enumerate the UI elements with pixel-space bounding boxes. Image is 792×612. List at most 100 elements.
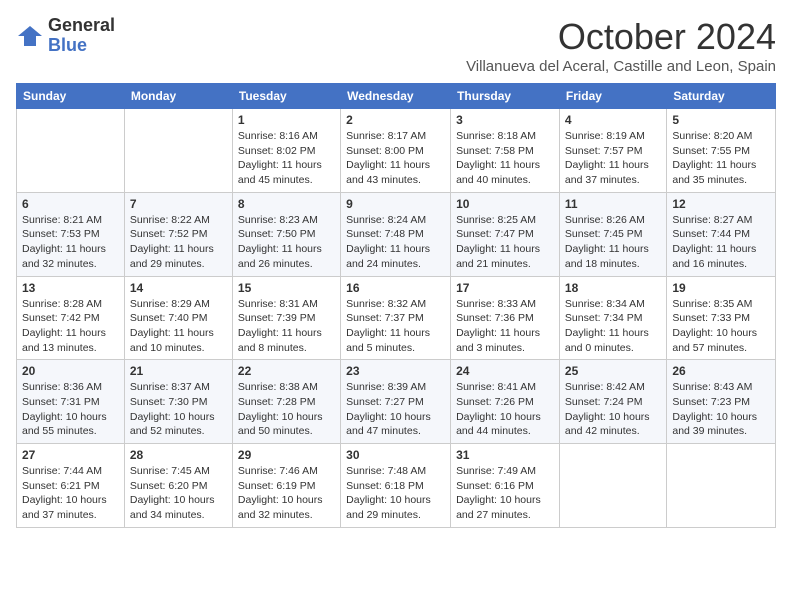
calendar-cell: 23Sunrise: 8:39 AMSunset: 7:27 PMDayligh… [341, 360, 451, 444]
day-number: 27 [22, 448, 119, 462]
logo-general: General [48, 16, 115, 36]
calendar-body: 1 Sunrise: 8:16 AMSunset: 8:02 PMDaylight… [17, 109, 776, 528]
calendar-cell: 31Sunrise: 7:49 AMSunset: 6:16 PMDayligh… [451, 444, 560, 528]
day-number: 19 [672, 281, 770, 295]
calendar-cell: 18Sunrise: 8:34 AMSunset: 7:34 PMDayligh… [559, 276, 666, 360]
calendar-week-row: 20Sunrise: 8:36 AMSunset: 7:31 PMDayligh… [17, 360, 776, 444]
weekday-header: Saturday [667, 84, 776, 109]
logo-icon [16, 22, 44, 50]
calendar-cell: 17 Sunrise: 8:33 AMSunset: 7:36 PMDayligh… [451, 276, 560, 360]
title-area: October 2024 Villanueva del Aceral, Cast… [466, 16, 776, 75]
day-number: 18 [565, 281, 661, 295]
day-number: 11 [565, 197, 661, 211]
logo: General Blue [16, 16, 115, 56]
day-number: 7 [130, 197, 227, 211]
day-info: Sunrise: 8:33 AMSunset: 7:36 PMDaylight:… [456, 297, 554, 356]
calendar-cell: 2 Sunrise: 8:17 AMSunset: 8:00 PMDaylight… [341, 109, 451, 193]
calendar-cell: 3Sunrise: 8:18 AMSunset: 7:58 PMDaylight… [451, 109, 560, 193]
calendar-cell: 5 Sunrise: 8:20 AMSunset: 7:55 PMDaylight… [667, 109, 776, 193]
day-info: Sunrise: 8:39 AMSunset: 7:27 PMDaylight:… [346, 380, 445, 439]
day-number: 26 [672, 364, 770, 378]
day-info: Sunrise: 8:29 AMSunset: 7:40 PMDaylight:… [130, 297, 227, 356]
day-info: Sunrise: 8:24 AMSunset: 7:48 PMDaylight:… [346, 213, 445, 272]
calendar-cell [17, 109, 125, 193]
calendar-cell [667, 444, 776, 528]
calendar-cell: 25Sunrise: 8:42 AMSunset: 7:24 PMDayligh… [559, 360, 666, 444]
day-number: 29 [238, 448, 335, 462]
calendar-cell: 29 Sunrise: 7:46 AMSunset: 6:19 PMDayligh… [232, 444, 340, 528]
day-number: 20 [22, 364, 119, 378]
day-info: Sunrise: 8:20 AMSunset: 7:55 PMDaylight:… [672, 129, 770, 188]
calendar-cell: 12 Sunrise: 8:27 AMSunset: 7:44 PMDayligh… [667, 192, 776, 276]
day-number: 10 [456, 197, 554, 211]
page-header: General Blue October 2024 Villanueva del… [16, 16, 776, 75]
month-title: October 2024 [466, 16, 776, 58]
calendar-cell: 22 Sunrise: 8:38 AMSunset: 7:28 PMDayligh… [232, 360, 340, 444]
weekday-header: Monday [124, 84, 232, 109]
day-info: Sunrise: 8:31 AMSunset: 7:39 PMDaylight:… [238, 297, 335, 356]
day-info: Sunrise: 8:17 AMSunset: 8:00 PMDaylight:… [346, 129, 445, 188]
day-info: Sunrise: 7:46 AMSunset: 6:19 PMDaylight:… [238, 464, 335, 523]
day-number: 21 [130, 364, 227, 378]
calendar-cell: 21 Sunrise: 8:37 AMSunset: 7:30 PMDayligh… [124, 360, 232, 444]
calendar-header-row: SundayMondayTuesdayWednesdayThursdayFrid… [17, 84, 776, 109]
day-number: 2 [346, 113, 445, 127]
day-number: 15 [238, 281, 335, 295]
logo-blue: Blue [48, 36, 115, 56]
weekday-header: Thursday [451, 84, 560, 109]
day-number: 14 [130, 281, 227, 295]
calendar-cell: 27 Sunrise: 7:44 AMSunset: 6:21 PMDayligh… [17, 444, 125, 528]
calendar-cell: 28 Sunrise: 7:45 AMSunset: 6:20 PMDayligh… [124, 444, 232, 528]
day-info: Sunrise: 8:23 AMSunset: 7:50 PMDaylight:… [238, 213, 335, 272]
day-info: Sunrise: 7:44 AMSunset: 6:21 PMDaylight:… [22, 464, 119, 523]
day-number: 31 [456, 448, 554, 462]
day-number: 24 [456, 364, 554, 378]
calendar-cell: 16Sunrise: 8:32 AMSunset: 7:37 PMDayligh… [341, 276, 451, 360]
day-info: Sunrise: 7:48 AMSunset: 6:18 PMDaylight:… [346, 464, 445, 523]
day-number: 28 [130, 448, 227, 462]
calendar-cell: 20Sunrise: 8:36 AMSunset: 7:31 PMDayligh… [17, 360, 125, 444]
day-info: Sunrise: 8:28 AMSunset: 7:42 PMDaylight:… [22, 297, 119, 356]
calendar-cell: 19 Sunrise: 8:35 AMSunset: 7:33 PMDayligh… [667, 276, 776, 360]
calendar-cell [124, 109, 232, 193]
day-number: 25 [565, 364, 661, 378]
day-number: 12 [672, 197, 770, 211]
day-info: Sunrise: 8:38 AMSunset: 7:28 PMDaylight:… [238, 380, 335, 439]
weekday-header: Sunday [17, 84, 125, 109]
day-number: 17 [456, 281, 554, 295]
calendar-cell: 26Sunrise: 8:43 AMSunset: 7:23 PMDayligh… [667, 360, 776, 444]
day-number: 8 [238, 197, 335, 211]
day-info: Sunrise: 8:16 AMSunset: 8:02 PMDaylight:… [238, 129, 335, 188]
day-info: Sunrise: 8:35 AMSunset: 7:33 PMDaylight:… [672, 297, 770, 356]
weekday-header: Tuesday [232, 84, 340, 109]
calendar-cell: 30 Sunrise: 7:48 AMSunset: 6:18 PMDayligh… [341, 444, 451, 528]
weekday-header: Wednesday [341, 84, 451, 109]
calendar-cell [559, 444, 666, 528]
calendar-cell: 14 Sunrise: 8:29 AMSunset: 7:40 PMDayligh… [124, 276, 232, 360]
calendar-cell: 9 Sunrise: 8:24 AMSunset: 7:48 PMDaylight… [341, 192, 451, 276]
day-info: Sunrise: 7:45 AMSunset: 6:20 PMDaylight:… [130, 464, 227, 523]
day-info: Sunrise: 8:27 AMSunset: 7:44 PMDaylight:… [672, 213, 770, 272]
calendar-cell: 6Sunrise: 8:21 AMSunset: 7:53 PMDaylight… [17, 192, 125, 276]
calendar-cell: 4 Sunrise: 8:19 AMSunset: 7:57 PMDaylight… [559, 109, 666, 193]
calendar-table: SundayMondayTuesdayWednesdayThursdayFrid… [16, 83, 776, 528]
day-number: 22 [238, 364, 335, 378]
day-number: 9 [346, 197, 445, 211]
calendar-week-row: 1 Sunrise: 8:16 AMSunset: 8:02 PMDaylight… [17, 109, 776, 193]
day-number: 13 [22, 281, 119, 295]
day-info: Sunrise: 8:19 AMSunset: 7:57 PMDaylight:… [565, 129, 661, 188]
day-info: Sunrise: 8:37 AMSunset: 7:30 PMDaylight:… [130, 380, 227, 439]
day-info: Sunrise: 8:26 AMSunset: 7:45 PMDaylight:… [565, 213, 661, 272]
day-info: Sunrise: 8:25 AMSunset: 7:47 PMDaylight:… [456, 213, 554, 272]
day-number: 1 [238, 113, 335, 127]
weekday-header: Friday [559, 84, 666, 109]
calendar-cell: 7Sunrise: 8:22 AMSunset: 7:52 PMDaylight… [124, 192, 232, 276]
day-number: 30 [346, 448, 445, 462]
day-info: Sunrise: 8:41 AMSunset: 7:26 PMDaylight:… [456, 380, 554, 439]
calendar-cell: 24 Sunrise: 8:41 AMSunset: 7:26 PMDayligh… [451, 360, 560, 444]
day-number: 5 [672, 113, 770, 127]
calendar-cell: 15 Sunrise: 8:31 AMSunset: 7:39 PMDayligh… [232, 276, 340, 360]
calendar-week-row: 13 Sunrise: 8:28 AMSunset: 7:42 PMDayligh… [17, 276, 776, 360]
day-number: 4 [565, 113, 661, 127]
logo-text: General Blue [48, 16, 115, 56]
